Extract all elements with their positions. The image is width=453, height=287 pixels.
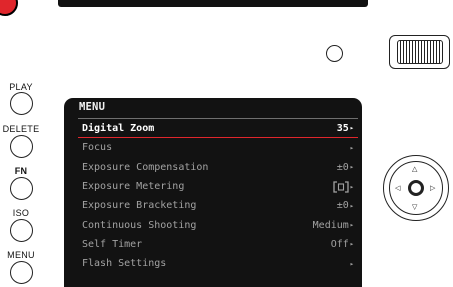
- iso-label: ISO: [12, 208, 30, 218]
- chevron-right-icon: ▸: [349, 259, 354, 268]
- menu-list: Digital Zoom 35 ▸ Focus ▸ Exposure Compen…: [78, 118, 358, 273]
- center-weighted-metering-icon: [333, 180, 349, 193]
- record-button[interactable]: [0, 0, 18, 16]
- chevron-right-icon: ▸: [349, 124, 354, 133]
- center-set-button[interactable]: [408, 180, 424, 196]
- menu-item-continuous-shooting[interactable]: Continuous Shooting Medium ▸: [78, 215, 358, 234]
- menu-item-flash-settings[interactable]: Flash Settings ▸: [78, 254, 358, 273]
- menu-item-value: ±0: [336, 200, 349, 212]
- arrow-right-icon[interactable]: ▷: [430, 185, 435, 192]
- menu-title: MENU: [79, 101, 106, 113]
- menu-item-value: Medium: [312, 219, 349, 231]
- menu-item-self-timer[interactable]: Self Timer Off ▸: [78, 235, 358, 254]
- play-button[interactable]: [10, 92, 33, 115]
- menu-button[interactable]: [10, 261, 33, 284]
- play-label: PLAY: [9, 82, 33, 92]
- menu-item-label: Digital Zoom: [82, 122, 155, 134]
- arrow-down-icon[interactable]: ▽: [412, 204, 417, 211]
- menu-label: MENU: [7, 250, 35, 260]
- menu-item-label: Exposure Bracketing: [82, 200, 197, 212]
- menu-item-value: Off: [330, 238, 349, 250]
- menu-item-value: ±0: [336, 161, 349, 173]
- delete-label: DELETE: [2, 124, 40, 134]
- menu-item-exposure-metering[interactable]: Exposure Metering ▸: [78, 177, 358, 196]
- arrow-up-icon[interactable]: △: [412, 166, 417, 173]
- chevron-right-icon: ▸: [349, 240, 354, 249]
- menu-item-label: Self Timer: [82, 238, 143, 250]
- fn-button[interactable]: [10, 177, 33, 200]
- arrow-left-icon[interactable]: ◁: [395, 185, 400, 192]
- chevron-right-icon: ▸: [349, 163, 354, 172]
- chevron-right-icon: ▸: [349, 143, 354, 152]
- lcd-screen: MENU Digital Zoom 35 ▸ Focus ▸ Exposure C…: [64, 98, 362, 287]
- delete-button[interactable]: [10, 135, 33, 158]
- menu-item-label: Continuous Shooting: [82, 219, 197, 231]
- menu-item-digital-zoom[interactable]: Digital Zoom 35 ▸: [78, 119, 358, 139]
- thumb-wheel-grip: [396, 40, 443, 64]
- menu-item-exposure-bracketing[interactable]: Exposure Bracketing ±0 ▸: [78, 196, 358, 215]
- iso-button[interactable]: [10, 219, 33, 242]
- menu-item-label: Exposure Metering: [82, 181, 185, 193]
- menu-item-exposure-compensation[interactable]: Exposure Compensation ±0 ▸: [78, 158, 358, 177]
- fn-label: FN: [14, 166, 28, 176]
- menu-item-label: Exposure Compensation: [82, 161, 209, 173]
- top-display-fragment: [58, 0, 368, 7]
- menu-item-focus[interactable]: Focus ▸: [78, 138, 358, 157]
- menu-item-label: Flash Settings: [82, 258, 167, 270]
- menu-item-value: 35: [336, 122, 349, 134]
- chevron-right-icon: ▸: [349, 201, 354, 210]
- chevron-right-icon: ▸: [349, 182, 354, 191]
- thumb-wheel[interactable]: [389, 35, 450, 69]
- small-round-button[interactable]: [326, 45, 343, 62]
- chevron-right-icon: ▸: [349, 221, 354, 230]
- menu-item-label: Focus: [82, 142, 113, 154]
